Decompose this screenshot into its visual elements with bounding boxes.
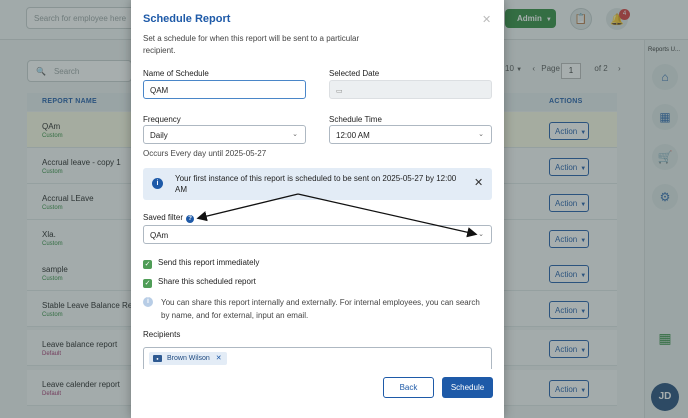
annotation-arrows: [196, 193, 478, 238]
arrow-to-filter-dropdown: [297, 193, 478, 238]
arrow-to-saved-filter: [196, 193, 299, 222]
